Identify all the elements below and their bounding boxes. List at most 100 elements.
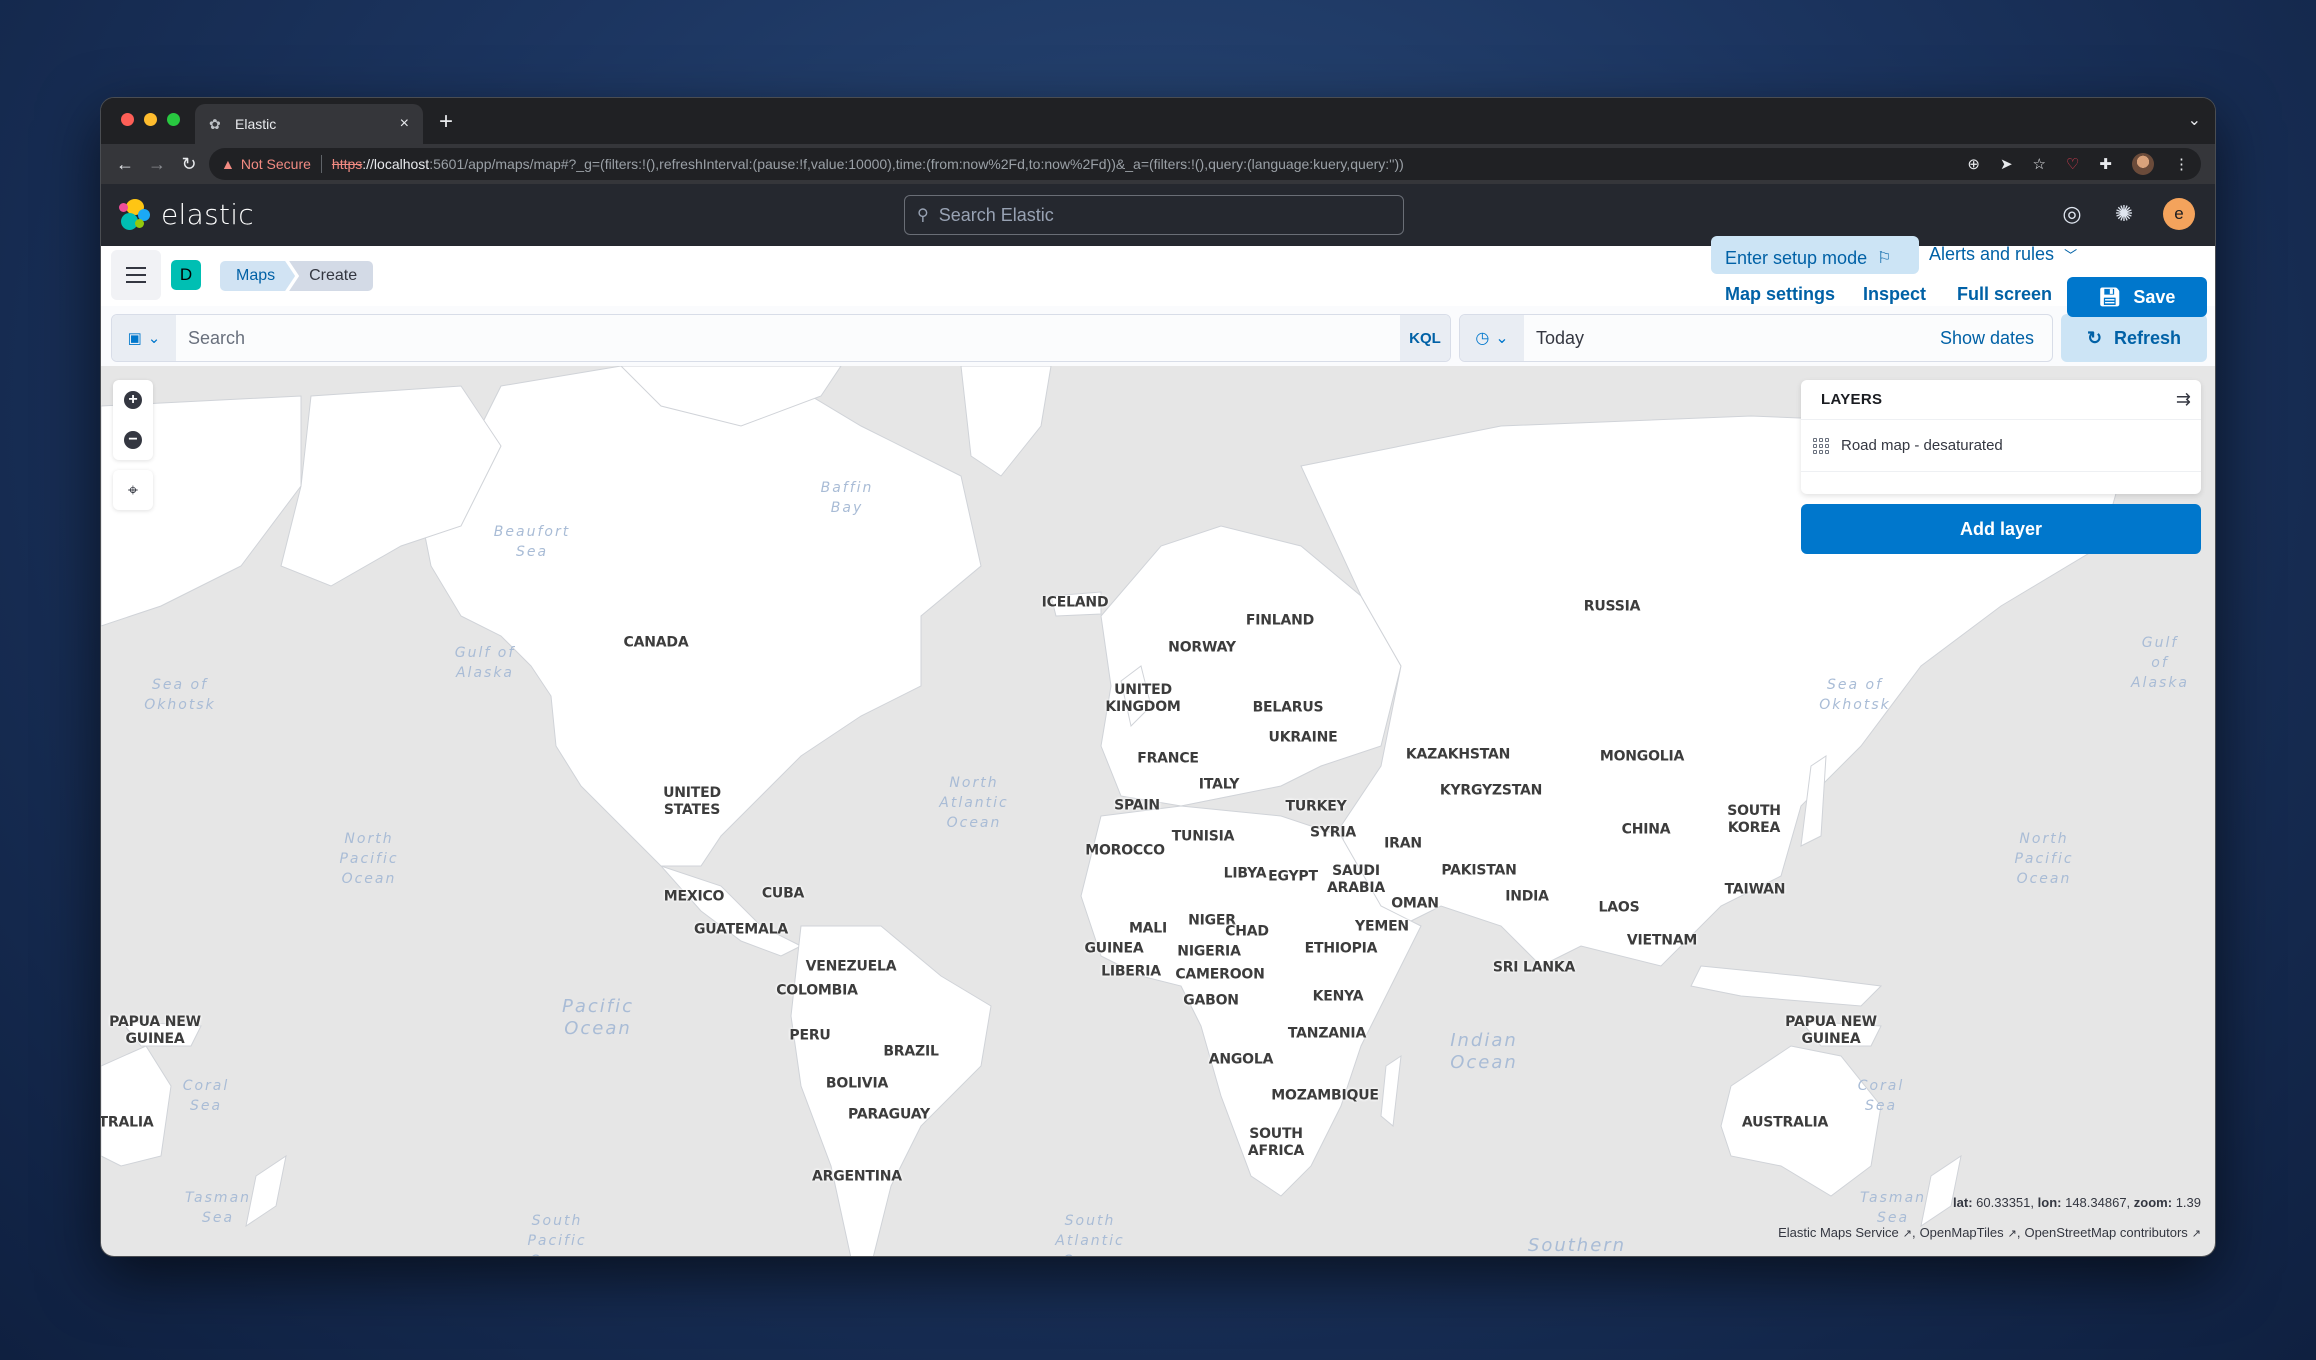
- help-icon[interactable]: ◎: [2059, 201, 2085, 227]
- new-tab-button[interactable]: +: [439, 108, 453, 136]
- clock-icon: ◷: [1475, 330, 1490, 347]
- bookmark-star-icon[interactable]: ☆: [2033, 155, 2046, 173]
- map-settings-link[interactable]: Map settings: [1725, 284, 1835, 305]
- minimize-window-button[interactable]: [144, 113, 157, 126]
- tab-strip: ✿ Elastic × + ⌄: [101, 98, 2215, 144]
- country-label: MONGOLIA: [1599, 748, 1685, 765]
- query-input[interactable]: [176, 315, 1400, 361]
- country-label: CUBA: [761, 885, 805, 902]
- show-dates-link[interactable]: Show dates: [1940, 328, 2052, 349]
- water-body-label: Sea of Okhotsk: [144, 677, 216, 713]
- country-label: GABON: [1183, 992, 1239, 1009]
- profile-avatar-icon[interactable]: [2132, 153, 2154, 175]
- country-label: TAIWAN: [1724, 881, 1786, 898]
- global-search-input[interactable]: ⚲ Search Elastic: [904, 195, 1404, 235]
- country-label: ANGOLA: [1208, 1051, 1274, 1068]
- elastic-logo[interactable]: elastic: [119, 198, 254, 231]
- chevron-down-icon: ⌄: [1495, 330, 1509, 347]
- country-label: SYRIA: [1309, 824, 1357, 841]
- send-icon[interactable]: ➤: [2000, 155, 2013, 173]
- country-label: LIBYA: [1223, 865, 1267, 882]
- query-language-button[interactable]: KQL: [1400, 315, 1450, 361]
- quick-date-menu-button[interactable]: ◷ ⌄: [1460, 315, 1524, 361]
- water-body-label: Coral Sea: [1857, 1078, 1905, 1114]
- zoom-icon[interactable]: ⊕: [1967, 155, 1980, 173]
- country-label: PAKISTAN: [1441, 862, 1517, 879]
- zoom-in-button[interactable]: +: [113, 380, 153, 420]
- country-label: TRALIA: [101, 1114, 154, 1131]
- enter-setup-mode-button[interactable]: Enter setup mode ⚐: [1711, 236, 1919, 274]
- security-indicator[interactable]: Not Secure: [241, 156, 311, 172]
- country-label: RUSSIA: [1583, 598, 1641, 615]
- layers-header: LAYERS ⇉: [1801, 380, 2201, 420]
- water-body-label: Sea of Okhotsk: [1819, 677, 1891, 713]
- collapse-panel-icon[interactable]: ⇉: [2176, 389, 2191, 410]
- pocket-icon[interactable]: ♡: [2066, 155, 2079, 173]
- space-avatar[interactable]: D: [171, 260, 201, 290]
- extensions-puzzle-icon[interactable]: ✚: [2099, 155, 2112, 173]
- address-bar-row: ← → ↻ ▲ Not Secure https ://localhost :5…: [101, 144, 2215, 184]
- water-body-label: South Pacific Ocean: [527, 1213, 587, 1256]
- external-link-icon: ↗: [2007, 1228, 2017, 1240]
- attribution-link-openmaptiles[interactable]: OpenMapTiles ↗,: [1920, 1225, 2021, 1240]
- elastic-favicon-icon: ✿: [209, 116, 221, 132]
- zoom-value: 1.39: [2175, 1195, 2201, 1210]
- country-label: ICELAND: [1041, 594, 1109, 611]
- window-controls: [121, 113, 180, 126]
- country-label: PAPUA NEW GUINEA: [109, 1014, 201, 1047]
- url-field[interactable]: ▲ Not Secure https ://localhost :5601/ap…: [209, 148, 2201, 180]
- locate-button[interactable]: ⌖: [113, 470, 153, 510]
- water-body-label: Tasman Sea: [1859, 1190, 1927, 1226]
- refresh-button[interactable]: ↻ Refresh: [2061, 314, 2207, 362]
- country-label: SAUDI ARABIA: [1327, 863, 1385, 896]
- external-link-icon: ↗: [1902, 1228, 1912, 1240]
- country-label: MOZAMBIQUE: [1271, 1087, 1379, 1104]
- alerts-and-rules-menu[interactable]: Alerts and rules ﹀: [1929, 244, 2077, 265]
- country-label: PERU: [789, 1027, 831, 1044]
- forward-icon[interactable]: →: [141, 154, 173, 175]
- map-canvas[interactable]: CANADA UNITED STATES MEXICO CUBA GUATEMALA IC…: [101, 366, 2215, 1256]
- grid-icon: [1813, 437, 1829, 454]
- browser-menu-icon[interactable]: ⋮: [2174, 155, 2189, 173]
- attribution-link-osm[interactable]: OpenStreetMap contributors ↗: [2024, 1225, 2201, 1240]
- omnibox-actions: ⊕ ➤ ☆ ♡ ✚ ⋮: [1967, 153, 2189, 175]
- refresh-label: Refresh: [2114, 327, 2182, 348]
- breadcrumb-create: Create: [289, 261, 374, 291]
- zoom-out-button[interactable]: −: [113, 420, 153, 460]
- inspect-link[interactable]: Inspect: [1863, 284, 1926, 305]
- breadcrumb-maps[interactable]: Maps: [220, 261, 295, 291]
- attribution-link-ems[interactable]: Elastic Maps Service ↗,: [1778, 1225, 1916, 1240]
- country-label: CAMEROON: [1175, 966, 1265, 983]
- save-button[interactable]: 💾︎ Save: [2067, 277, 2207, 317]
- country-label: KENYA: [1312, 988, 1364, 1005]
- country-label: SOUTH KOREA: [1727, 803, 1781, 836]
- water-body-label: Tasman Sea: [184, 1190, 252, 1226]
- full-screen-link[interactable]: Full screen: [1957, 284, 2052, 305]
- saved-query-button[interactable]: ▣ ⌄: [112, 315, 176, 361]
- layer-item[interactable]: Road map - desaturated: [1801, 420, 2201, 472]
- country-label: VENEZUELA: [805, 958, 897, 975]
- news-feed-icon[interactable]: ✺: [2111, 201, 2137, 227]
- tab-search-chevron-icon[interactable]: ⌄: [2188, 110, 2201, 130]
- country-label: CANADA: [623, 634, 689, 651]
- user-avatar[interactable]: e: [2163, 198, 2195, 230]
- country-label: SOUTH AFRICA: [1247, 1126, 1305, 1159]
- add-layer-button[interactable]: Add layer: [1801, 504, 2201, 554]
- alerts-label: Alerts and rules: [1929, 244, 2055, 264]
- close-window-button[interactable]: [121, 113, 134, 126]
- central-america-shape: [659, 864, 803, 957]
- date-range-value[interactable]: Today: [1524, 328, 1940, 349]
- map-coordinates: lat: 60.33351, lon: 148.34867, zoom: 1.3…: [1953, 1195, 2201, 1210]
- lat-label: lat:: [1953, 1195, 1973, 1210]
- country-label: IRAN: [1384, 835, 1422, 852]
- minus-icon: −: [124, 431, 142, 449]
- close-tab-icon[interactable]: ×: [400, 115, 409, 133]
- maximize-window-button[interactable]: [167, 113, 180, 126]
- logo-text: elastic: [161, 198, 255, 231]
- menu-toggle-button[interactable]: [111, 250, 161, 300]
- country-label: GUINEA: [1084, 940, 1144, 957]
- country-label: NIGERIA: [1177, 943, 1241, 960]
- browser-tab-elastic[interactable]: ✿ Elastic ×: [195, 104, 423, 144]
- back-icon[interactable]: ←: [109, 154, 141, 175]
- reload-icon[interactable]: ↻: [173, 154, 205, 175]
